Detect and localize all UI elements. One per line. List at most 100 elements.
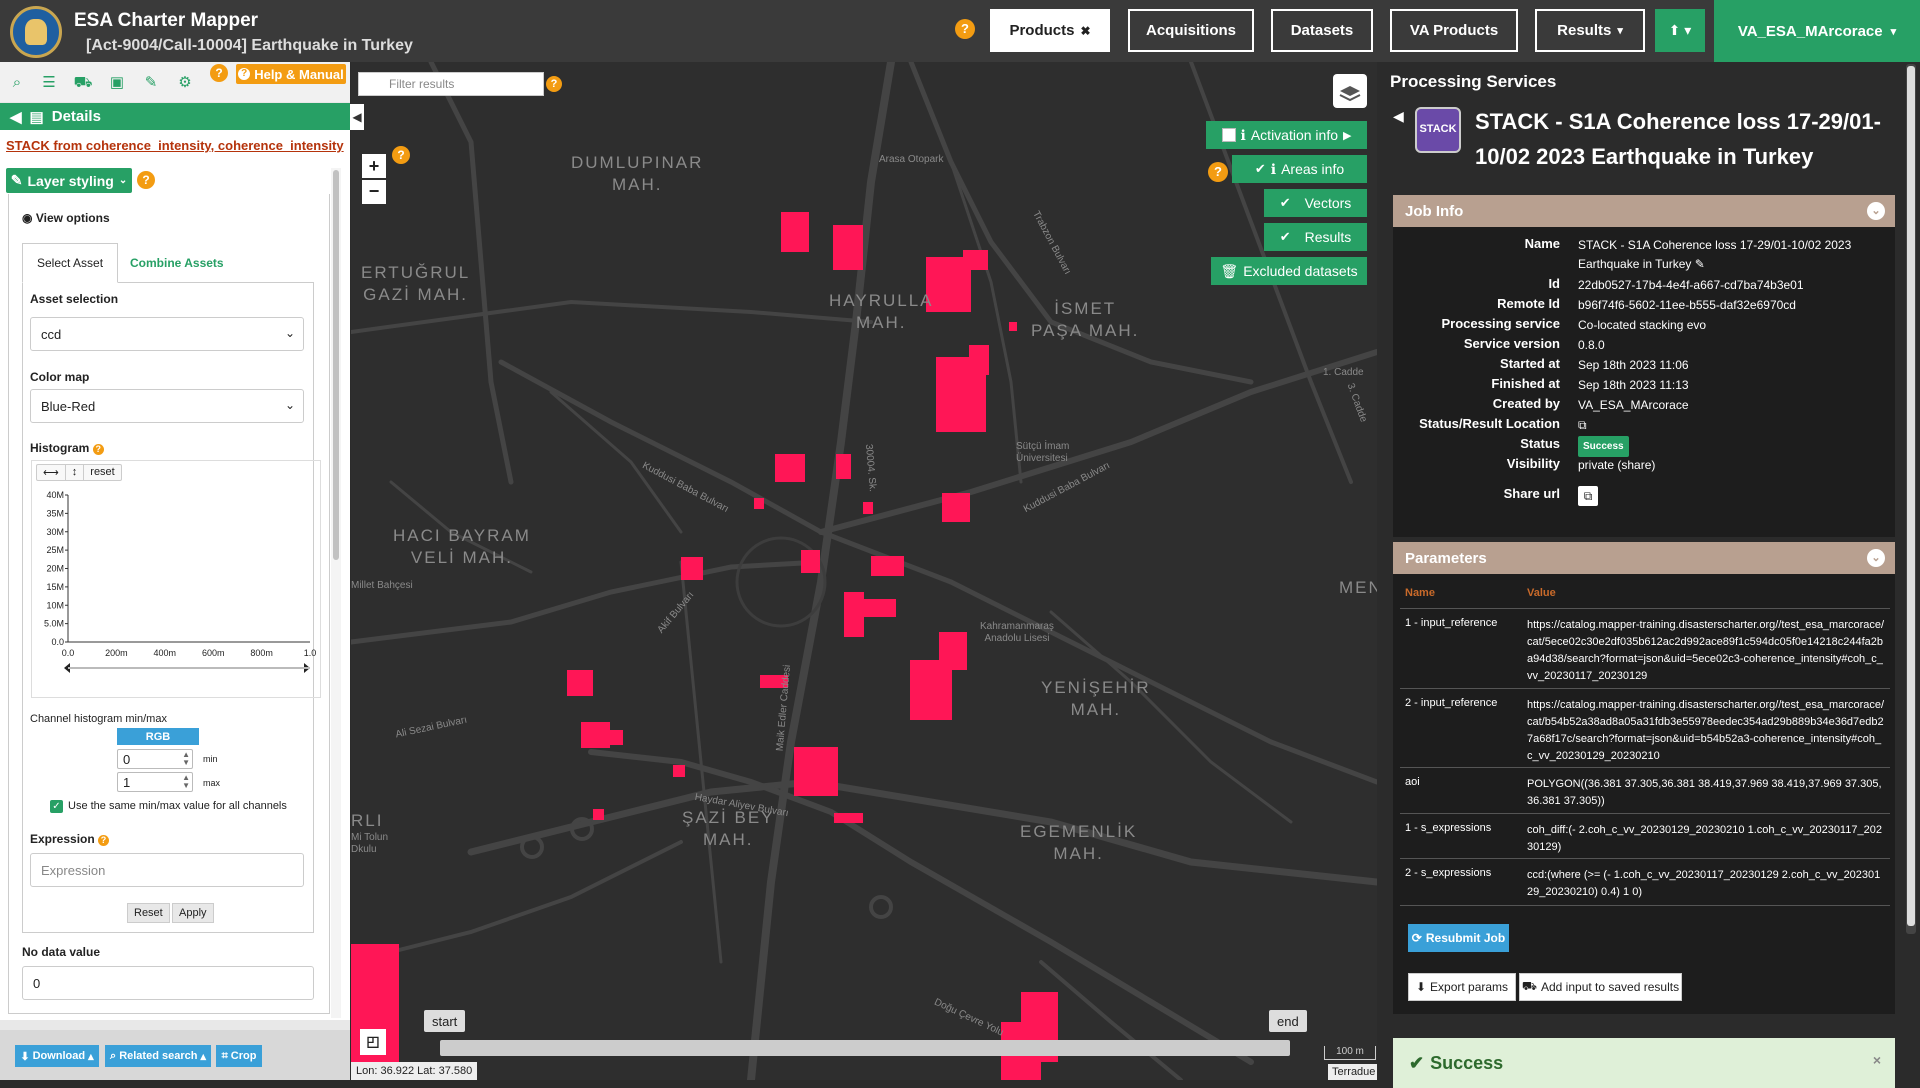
help-icon[interactable]: ? bbox=[955, 19, 975, 39]
timeline-start-label: start bbox=[424, 1010, 466, 1032]
help-icon[interactable]: ? bbox=[92, 444, 104, 455]
search-icon: ⌕ bbox=[110, 1049, 117, 1062]
hist-zoom-x-button[interactable]: ⟷ bbox=[37, 465, 66, 480]
timeline-slider[interactable] bbox=[440, 1040, 1290, 1056]
filter-results-input[interactable]: Filter results bbox=[358, 72, 544, 96]
external-link-icon[interactable]: ⧉ bbox=[1578, 416, 1890, 435]
excluded-datasets-label: Excluded datasets bbox=[1243, 263, 1358, 279]
district-label: MEN bbox=[1339, 578, 1377, 597]
help-manual-button[interactable]: ? Help & Manual bbox=[236, 64, 346, 84]
hist-zoom-y-button[interactable]: ↕ bbox=[66, 465, 85, 480]
fullscreen-icon[interactable]: ◰ bbox=[360, 1029, 386, 1055]
vectors-label: Vectors bbox=[1304, 195, 1352, 211]
asset-selection-select[interactable]: ccd ⌄ bbox=[30, 317, 304, 351]
help-icon[interactable]: ? bbox=[210, 64, 228, 82]
basket-icon[interactable]: ⛟ bbox=[70, 70, 96, 96]
nav-products[interactable]: Products ✖ bbox=[990, 9, 1110, 52]
close-icon[interactable]: ✖ bbox=[1080, 24, 1090, 38]
apply-button[interactable]: Apply bbox=[172, 903, 214, 923]
max-input[interactable]: 1 ▲ ▼ bbox=[117, 772, 193, 792]
job-info-header[interactable]: Job Info ⌄ bbox=[1393, 195, 1895, 227]
vectors-button[interactable]: ✔ Vectors bbox=[1264, 189, 1367, 217]
hist-reset-button[interactable]: reset bbox=[84, 465, 120, 480]
details-header[interactable]: ◀ ▤ Details bbox=[0, 103, 350, 130]
street-label: Sütçü İmam Üniversitesi bbox=[1016, 441, 1070, 464]
download-button[interactable]: ⬇ Download ▴ bbox=[15, 1045, 99, 1067]
upload-button[interactable]: ⬆ ▾ bbox=[1655, 9, 1705, 52]
document-icon: ▤ bbox=[29, 108, 44, 126]
related-search-button[interactable]: ⌕ Related search ▴ bbox=[105, 1045, 211, 1067]
nav-acquisitions-label: Acquisitions bbox=[1145, 22, 1236, 39]
help-icon[interactable]: ? bbox=[392, 146, 410, 164]
areas-info-button[interactable]: ✔ ℹ Areas info bbox=[1232, 155, 1367, 183]
activation-info-checkbox[interactable] bbox=[1221, 128, 1236, 142]
brush-icon: ✎ bbox=[10, 172, 23, 188]
visibility-value[interactable]: private (share) bbox=[1578, 456, 1890, 475]
min-value: 0 bbox=[123, 751, 131, 767]
help-icon[interactable]: ? bbox=[137, 171, 155, 189]
reset-button[interactable]: Reset bbox=[127, 903, 170, 923]
chevron-down-icon[interactable]: ⌄ bbox=[1867, 202, 1885, 220]
left-scrollbar[interactable] bbox=[331, 168, 341, 1018]
color-map-value: Blue-Red bbox=[41, 398, 96, 414]
resubmit-job-button[interactable]: ⟳ Resubmit Job bbox=[1408, 924, 1509, 952]
results-button[interactable]: ✔ Results bbox=[1264, 223, 1367, 251]
pencil-icon[interactable]: ✎ bbox=[138, 70, 164, 96]
layer-styling-toggle[interactable]: ✎ Layer styling ⌄ bbox=[6, 168, 132, 193]
excluded-datasets-button[interactable]: 🗑 Excluded datasets bbox=[1211, 257, 1367, 285]
add-input-saved-results-button[interactable]: ⛟ Add input to saved results bbox=[1519, 973, 1682, 1001]
map-attribution[interactable]: Terradue bbox=[1328, 1064, 1380, 1080]
tab-select-asset[interactable]: Select Asset bbox=[22, 243, 119, 283]
chevron-down-icon: ⌄ bbox=[284, 326, 295, 340]
asset-tabs: Select Asset Combine Assets bbox=[22, 243, 314, 283]
histogram-chart[interactable]: 40M 35M 30M 25M 20M 15M 10M 5.0M 0.0 0.0 200m 400m… bbox=[30, 485, 326, 675]
close-icon[interactable]: × bbox=[1873, 1052, 1881, 1068]
back-arrow-icon[interactable]: ◀ bbox=[1393, 108, 1404, 125]
help-icon[interactable]: ? bbox=[546, 76, 562, 92]
check-icon[interactable]: ✔ bbox=[1280, 195, 1291, 211]
esa-charter-logo[interactable] bbox=[10, 6, 62, 58]
chevron-down-icon[interactable]: ⌄ bbox=[1867, 549, 1885, 567]
map-view[interactable]: DUMLUPINAR MAH. ERTUĞRUL GAZİ MAH. HAYRU… bbox=[351, 62, 1377, 1080]
histogram-y-tick: 15M bbox=[46, 582, 64, 592]
gear-icon[interactable]: ⚙ bbox=[172, 70, 198, 96]
spinner-icon[interactable]: ▲ ▼ bbox=[182, 774, 190, 790]
nav-acquisitions[interactable]: Acquisitions bbox=[1128, 9, 1254, 52]
tab-combine-assets[interactable]: Combine Assets bbox=[116, 243, 238, 283]
help-icon[interactable]: ? bbox=[1208, 162, 1228, 182]
nav-results[interactable]: Results ▾ bbox=[1535, 9, 1645, 52]
histogram-x-tick: 200m bbox=[105, 648, 128, 658]
product-title-link[interactable]: STACK from coherence_intensity, coherenc… bbox=[6, 138, 344, 153]
asset-selection-label: Asset selection bbox=[30, 292, 119, 306]
back-arrow-icon[interactable]: ◀ bbox=[10, 108, 22, 126]
right-scrollbar[interactable] bbox=[1906, 64, 1916, 934]
export-params-button[interactable]: ⬇ Export params bbox=[1408, 973, 1516, 1001]
crop-button[interactable]: ⌗ Crop bbox=[216, 1045, 262, 1067]
parameters-header[interactable]: Parameters ⌄ bbox=[1393, 542, 1895, 574]
nodata-input[interactable]: 0 bbox=[22, 966, 314, 1000]
user-menu[interactable]: VA_ESA_MArcorace ▾ bbox=[1714, 0, 1920, 62]
job-info-key: Started at bbox=[1500, 356, 1560, 371]
list-icon[interactable]: ☰ bbox=[36, 70, 62, 96]
nav-va-products[interactable]: VA Products bbox=[1390, 9, 1518, 52]
check-icon[interactable]: ✔ bbox=[1255, 161, 1266, 177]
spinner-icon[interactable]: ▲ ▼ bbox=[182, 751, 190, 767]
color-map-select[interactable]: Blue-Red ⌄ bbox=[30, 389, 304, 423]
zoom-in-button[interactable]: + bbox=[362, 154, 386, 178]
histogram-y-tick: 5.0M bbox=[44, 619, 64, 629]
activation-info-button[interactable]: ℹ Activation info ▶ bbox=[1206, 121, 1367, 149]
expression-input[interactable]: Expression bbox=[30, 853, 304, 887]
archive-icon[interactable]: ▣ bbox=[104, 70, 130, 96]
copy-icon[interactable]: ⧉ bbox=[1578, 486, 1598, 506]
collapse-left-panel-arrow[interactable]: ◀ bbox=[350, 104, 364, 130]
histogram-x-tick: 400m bbox=[154, 648, 177, 658]
min-input[interactable]: 0 ▲ ▼ bbox=[117, 749, 193, 769]
zoom-out-button[interactable]: − bbox=[362, 180, 386, 204]
nav-datasets[interactable]: Datasets bbox=[1271, 9, 1373, 52]
param-name: 2 - s_expressions bbox=[1405, 867, 1492, 879]
search-icon[interactable]: ⌕ bbox=[4, 70, 30, 96]
check-icon[interactable]: ✔ bbox=[1280, 229, 1291, 245]
help-icon[interactable]: ? bbox=[98, 835, 110, 846]
same-minmax-checkbox[interactable]: ✓ bbox=[50, 800, 63, 813]
layers-icon[interactable] bbox=[1333, 74, 1367, 108]
